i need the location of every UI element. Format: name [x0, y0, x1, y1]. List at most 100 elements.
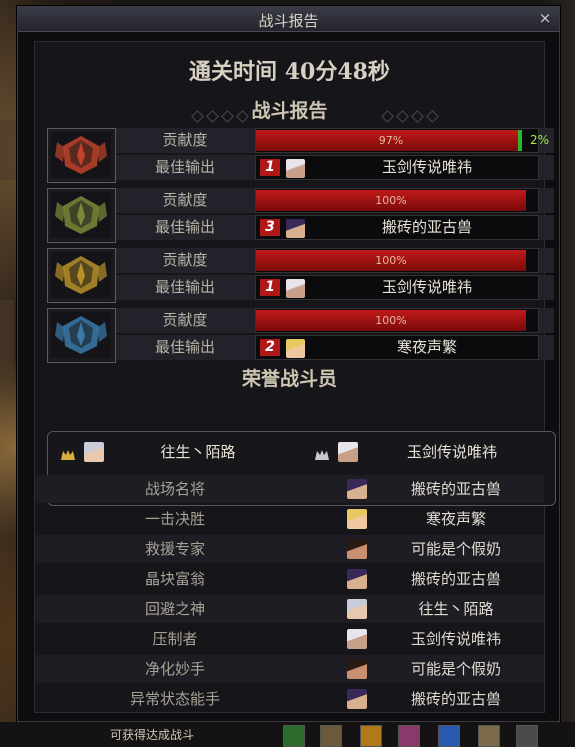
honor-name: 往生丶陌路 — [160, 443, 236, 461]
contribution-percent: 100% — [375, 254, 407, 267]
clear-time: 通关时间 40分48秒 — [189, 59, 390, 85]
member-card: 贡献度 100% 最佳输出 3 搬砖的亚古兽 — [47, 188, 554, 243]
event-icon[interactable] — [360, 725, 382, 747]
purple-hair-avatar — [286, 219, 305, 238]
award-title: 晶块富翁 — [144, 570, 205, 588]
best-output-row: 最佳输出 3 搬砖的亚古兽 — [116, 215, 554, 240]
white-hair-avatar — [286, 279, 305, 298]
dark-hair-avatar — [347, 659, 367, 679]
silver-hair-avatar — [84, 442, 104, 462]
purple-hair-avatar — [347, 569, 367, 589]
gold-helm-icon — [47, 248, 116, 303]
rank-badge: 1 — [260, 159, 280, 176]
award-player: 搬砖的亚古兽 — [410, 480, 501, 498]
contribution-value: 97% 2% — [255, 128, 549, 153]
background-crate — [0, 120, 16, 180]
honor-member: 玉剑传说唯祎 — [302, 436, 542, 468]
member-card: 贡献度 100% 最佳输出 1 玉剑传说唯祎 — [47, 248, 554, 303]
silver-hair-avatar — [347, 599, 367, 619]
nature-helm-icon — [47, 188, 116, 243]
best-player-name: 搬砖的亚古兽 — [381, 218, 472, 236]
award-title: 净化妙手 — [144, 660, 205, 678]
award-player: 往生丶陌路 — [418, 600, 494, 618]
best-output-row: 最佳输出 1 玉剑传说唯祎 — [116, 155, 554, 180]
best-output-row: 最佳输出 2 寒夜声繁 — [116, 335, 554, 360]
award-player: 可能是个假奶 — [410, 660, 501, 678]
award-row: 回避之神 往生丶陌路 — [35, 595, 544, 623]
award-row: 晶块富翁 搬砖的亚古兽 — [35, 565, 544, 593]
menu-icon[interactable] — [516, 725, 538, 747]
award-title: 救援专家 — [144, 540, 205, 558]
best-output-value: 1 玉剑传说唯祎 — [255, 275, 539, 300]
award-row: 净化妙手 可能是个假奶 — [35, 655, 544, 683]
award-row: 压制者 玉剑传说唯祎 — [35, 625, 544, 653]
award-player: 搬砖的亚古兽 — [410, 690, 501, 708]
award-player: 玉剑传说唯祎 — [410, 630, 501, 648]
white-hair-avatar — [286, 159, 305, 178]
white-hair-avatar — [347, 629, 367, 649]
best-output-label: 最佳输出 — [154, 158, 215, 176]
best-player-name: 寒夜声繁 — [396, 338, 457, 356]
award-row: 一击决胜 寒夜声繁 — [35, 505, 544, 533]
award-row: 救援专家 可能是个假奶 — [35, 535, 544, 563]
award-title: 异常状态能手 — [129, 690, 220, 708]
background-shelf — [0, 300, 14, 380]
award-player: 寒夜声繁 — [425, 510, 486, 528]
report-heading: 战斗报告 — [35, 96, 544, 123]
member-card: 贡献度 100% 最佳输出 2 寒夜声繁 — [47, 308, 554, 363]
purple-hair-avatar — [347, 479, 367, 499]
honor-name: 玉剑传说唯祎 — [406, 443, 497, 461]
award-title: 压制者 — [152, 630, 198, 648]
best-output-value: 3 搬砖的亚古兽 — [255, 215, 539, 240]
best-output-row: 最佳输出 1 玉剑传说唯祎 — [116, 275, 554, 300]
tp-icon[interactable] — [438, 725, 460, 747]
contribution-row: 贡献度 100% — [116, 248, 554, 273]
taskbar-text: 可获得达成战斗 — [110, 728, 195, 742]
white-hair-avatar — [338, 442, 358, 462]
ice-helm-icon — [47, 308, 116, 363]
taskbar: 可获得达成战斗 — [0, 722, 575, 747]
contribution-label: 贡献度 — [162, 251, 208, 269]
blonde-avatar — [286, 339, 305, 358]
best-output-label: 最佳输出 — [154, 278, 215, 296]
bag-icon[interactable] — [478, 725, 500, 747]
award-player: 搬砖的亚古兽 — [410, 570, 501, 588]
rank-badge: 2 — [260, 339, 280, 356]
contribution-percent: 97% — [378, 134, 404, 147]
title-bar[interactable]: 战斗报告 × — [18, 7, 559, 32]
contribution-value: 100% — [255, 188, 539, 213]
battle-report-window: 战斗报告 × 通关时间 40分48秒 战斗报告 贡献度 97% 2% 最佳输出 1… — [17, 6, 560, 722]
quest-icon[interactable] — [283, 725, 305, 747]
medal-icon — [60, 446, 76, 460]
contribution-row: 贡献度 97% 2% — [116, 128, 554, 153]
window-title: 战斗报告 — [258, 12, 319, 30]
flame-helm-icon — [47, 128, 116, 183]
award-title: 战场名将 — [144, 480, 205, 498]
best-player-name: 玉剑传说唯祎 — [381, 158, 472, 176]
member-card: 贡献度 97% 2% 最佳输出 1 玉剑传说唯祎 — [47, 128, 554, 183]
close-icon[interactable]: × — [537, 10, 553, 26]
award-row: 异常状态能手 搬砖的亚古兽 — [35, 685, 544, 713]
honor-member: 往生丶陌路 — [48, 436, 288, 468]
best-output-value: 1 玉剑传说唯祎 — [255, 155, 539, 180]
rank-badge: 1 — [260, 279, 280, 296]
best-output-value: 2 寒夜声繁 — [255, 335, 539, 360]
ornament-right — [365, 104, 455, 123]
ornament-left — [175, 104, 265, 123]
book-icon[interactable] — [320, 725, 342, 747]
award-title: 回避之神 — [144, 600, 205, 618]
contribution-label: 贡献度 — [162, 191, 208, 209]
best-player-name: 玉剑传说唯祎 — [381, 278, 472, 296]
contribution-label: 贡献度 — [162, 311, 208, 329]
best-output-label: 最佳输出 — [154, 218, 215, 236]
contribution-percent: 100% — [375, 194, 407, 207]
contribution-percent: 100% — [375, 314, 407, 327]
award-title: 一击决胜 — [144, 510, 205, 528]
blonde-avatar — [347, 509, 367, 529]
award-player: 可能是个假奶 — [410, 540, 501, 558]
character-icon[interactable] — [398, 725, 420, 747]
award-row: 战场名将 搬砖的亚古兽 — [35, 475, 544, 503]
contribution-other-percent: 2% — [530, 133, 550, 147]
contribution-row: 贡献度 100% — [116, 188, 554, 213]
honor-heading: 荣誉战斗员 — [241, 368, 337, 390]
